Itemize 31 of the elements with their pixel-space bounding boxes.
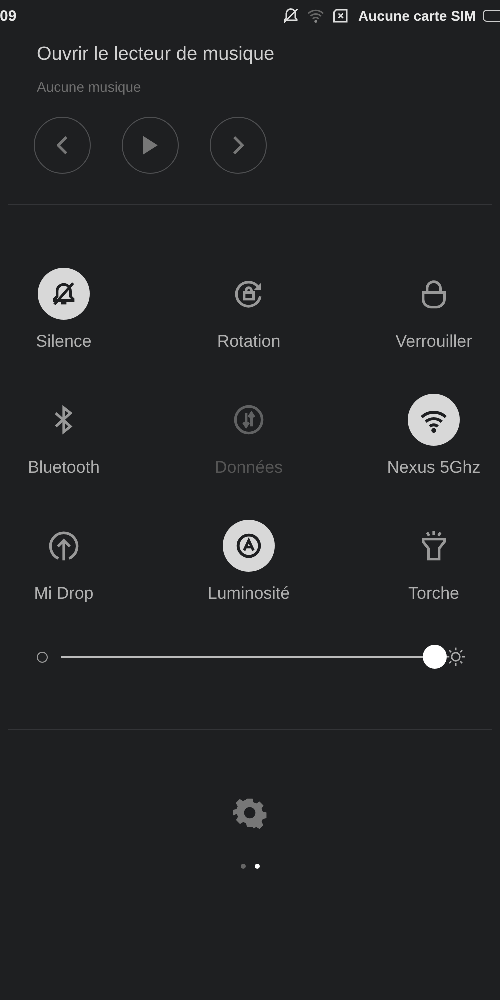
wifi-icon — [306, 7, 325, 25]
tile-label: Bluetooth — [28, 458, 100, 478]
auto-brightness-toggle[interactable] — [223, 520, 275, 572]
page-indicator-dot[interactable] — [254, 864, 260, 869]
data-arrows-icon — [233, 404, 265, 436]
page-indicator-dot[interactable] — [240, 864, 246, 869]
tile-label: Nexus 5Ghz — [387, 458, 481, 478]
tile-label: Silence — [36, 332, 92, 352]
play-icon — [143, 136, 158, 155]
sim-card-icon — [332, 7, 350, 25]
tile-label: Torche — [408, 584, 460, 604]
slider-thumb[interactable] — [423, 645, 448, 669]
chevron-left-icon — [57, 136, 68, 155]
clock-time: 09 — [0, 8, 17, 24]
tile-label: Rotation — [217, 332, 281, 352]
battery-icon — [483, 10, 500, 22]
low-brightness-icon — [37, 652, 48, 662]
play-button[interactable] — [122, 117, 179, 174]
chevron-right-icon — [233, 136, 244, 155]
carrier-text: Aucune carte SIM — [358, 8, 476, 24]
muted-bell-icon — [282, 7, 300, 25]
tile-label: Verrouiller — [396, 332, 472, 352]
settings-icon[interactable] — [233, 796, 267, 830]
music-subtitle: Aucune musique — [37, 79, 142, 95]
upload-circle-icon — [48, 530, 80, 562]
tile-label: Mi Drop — [34, 584, 94, 604]
muted-bell-toggle[interactable] — [38, 268, 90, 320]
sun-icon — [445, 646, 467, 668]
tile-label: Luminosité — [208, 584, 290, 604]
music-title[interactable]: Ouvrir le lecteur de musique — [37, 44, 500, 66]
wifi-toggle[interactable] — [408, 394, 460, 446]
